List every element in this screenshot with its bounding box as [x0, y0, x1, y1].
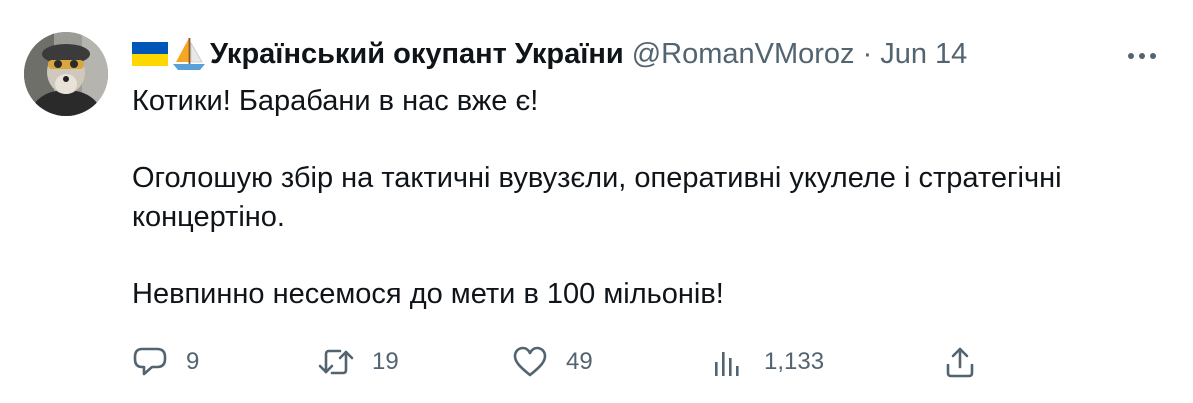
tweet-text-line: Оголошую збір на тактичні вувузєли, опер…	[132, 162, 1062, 233]
avatar[interactable]	[24, 32, 108, 116]
retweet-button[interactable]: 19	[318, 340, 399, 384]
reply-button[interactable]: 9	[132, 340, 199, 384]
tweet-text-line: Невпинно несемося до мети в 100 мільонів…	[132, 277, 724, 310]
tweet[interactable]: Український окупант України @RomanVMoroz…	[0, 0, 1193, 403]
views-count: 1,133	[764, 348, 825, 375]
like-count: 49	[566, 348, 593, 375]
views-chart-icon	[715, 352, 739, 376]
share-icon	[946, 347, 974, 378]
more-dots-icon	[1128, 53, 1156, 59]
tweet-text-line: Котики! Барабани в нас вже є!	[132, 85, 539, 117]
like-button[interactable]: 49	[512, 340, 593, 384]
sailboat-icon	[173, 38, 205, 70]
tweet-date[interactable]: Jun 14	[880, 38, 967, 71]
heart-icon	[513, 346, 547, 377]
separator-dot: ·	[862, 37, 873, 70]
ukraine-flag-icon	[132, 42, 168, 66]
reply-count: 9	[186, 348, 200, 375]
share-button[interactable]	[942, 340, 978, 384]
more-options-button[interactable]	[1124, 38, 1160, 74]
retweet-count: 19	[372, 348, 399, 375]
reply-icon	[133, 347, 167, 376]
tweet-actions: 9 19 49 1,133	[132, 340, 992, 384]
author-handle[interactable]: @RomanVMoroz	[632, 38, 855, 71]
retweet-icon	[318, 349, 354, 375]
author-name[interactable]: Український окупант України	[210, 38, 624, 71]
tweet-header: Український окупант України @RomanVMoroz…	[132, 34, 967, 74]
views-button[interactable]: 1,133	[710, 340, 824, 384]
tweet-text: Котики! Барабани в нас вже є! Оголошую з…	[132, 82, 1162, 313]
avatar-image	[24, 32, 108, 116]
